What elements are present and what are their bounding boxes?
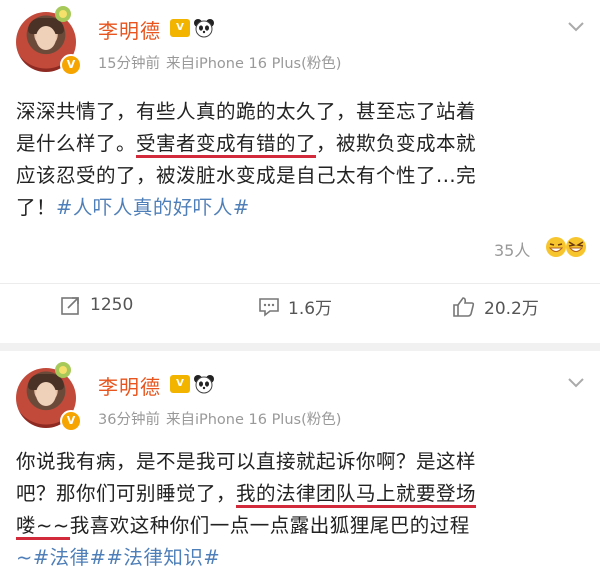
user-badges: V xyxy=(170,374,215,394)
username[interactable]: 李明德 xyxy=(98,371,161,400)
comment-count: 1.6万 xyxy=(288,299,333,319)
username[interactable]: 李明德 xyxy=(98,15,161,44)
underlined-text: 受害者变成有错的了 xyxy=(136,132,317,158)
laugh-tears-emoji-icon xyxy=(566,237,586,257)
post-time: 15分钟前 xyxy=(98,56,160,72)
post-time: 36分钟前 xyxy=(98,412,160,428)
repost-icon xyxy=(61,297,79,315)
user-badges: V xyxy=(170,18,215,38)
like-count: 20.2万 xyxy=(484,299,539,319)
avatar-decoration-icon xyxy=(55,362,71,378)
chevron-down-icon[interactable] xyxy=(568,378,584,388)
vip-icon: V xyxy=(170,375,190,393)
weibo-post-1: V 李明德 V 15分钟前 来自iPhone 16 Plus(粉色) 深深共情了，… xyxy=(0,0,600,343)
content-line: 深深共情了，有些人真的跪的太久了，甚至忘了站着 xyxy=(16,100,477,123)
content-line: 是什么样了。受害者变成有错的了，被欺负变成本就 xyxy=(16,128,586,160)
hashtag-link[interactable]: #人吓人真的好吓人# xyxy=(56,196,250,219)
panda-icon xyxy=(194,375,214,394)
content-line: 应该忍受的了，被泼脏水变成是自己太有个性了...完 xyxy=(16,164,477,187)
content-text: 我喜欢这种你们一点一点露出狐狸尾巴的过程 xyxy=(69,514,470,537)
content-text: 吧？那你们可别睡觉了， xyxy=(16,482,237,505)
content-line: 了！#人吓人真的好吓人# xyxy=(16,192,586,224)
like-icon xyxy=(453,296,475,317)
comment-button[interactable]: 1.6万 xyxy=(258,294,332,319)
underlined-text: 我的法律团队马上就要登场 xyxy=(236,482,477,508)
post-source: 来自iPhone 16 Plus(粉色) xyxy=(165,56,342,72)
post-meta: 15分钟前 来自iPhone 16 Plus(粉色) xyxy=(98,52,341,73)
vip-icon: V xyxy=(170,19,190,37)
weibo-post-2: V 李明德 V 36分钟前 来自iPhone 16 Plus(粉色) 你说我有病，… xyxy=(0,351,600,576)
repost-button[interactable]: 1250 xyxy=(60,294,133,316)
action-bar: 1250 1.6万 20.2万 xyxy=(0,283,600,328)
repost-count: 1250 xyxy=(90,295,134,315)
verified-badge-icon: V xyxy=(60,410,82,432)
laugh-emoji-icon xyxy=(546,237,566,257)
post-divider xyxy=(0,343,600,351)
post-content: 深深共情了，有些人真的跪的太久了，甚至忘了站着 是什么样了。受害者变成有错的了，… xyxy=(16,96,586,224)
verified-badge-icon: V xyxy=(60,54,82,76)
underlined-text: 喽~~ xyxy=(16,514,70,540)
content-text: 了！ xyxy=(16,196,57,219)
reaction-count[interactable]: 35人 xyxy=(494,237,530,261)
post-content: 你说我有病，是不是我可以直接就起诉你啊？是这样 吧？那你们可别睡觉了，我的法律团… xyxy=(16,446,586,574)
comment-icon xyxy=(259,297,279,317)
content-text: ，被欺负变成本就 xyxy=(316,132,477,155)
panda-icon xyxy=(194,19,214,38)
chevron-down-icon[interactable] xyxy=(568,22,584,32)
post-source: 来自iPhone 16 Plus(粉色) xyxy=(165,412,342,428)
avatar-decoration-icon xyxy=(55,6,71,22)
post-meta: 36分钟前 来自iPhone 16 Plus(粉色) xyxy=(98,408,341,429)
content-line: 你说我有病，是不是我可以直接就起诉你啊？是这样 xyxy=(16,450,477,473)
content-text: 是什么样了。 xyxy=(16,132,137,155)
like-button[interactable]: 20.2万 xyxy=(452,294,539,319)
hashtag-link[interactable]: ~#法律##法律知识# xyxy=(16,542,586,574)
content-line: 吧？那你们可别睡觉了，我的法律团队马上就要登场 xyxy=(16,478,586,510)
content-line: 喽~~我喜欢这种你们一点一点露出狐狸尾巴的过程 xyxy=(16,510,586,542)
